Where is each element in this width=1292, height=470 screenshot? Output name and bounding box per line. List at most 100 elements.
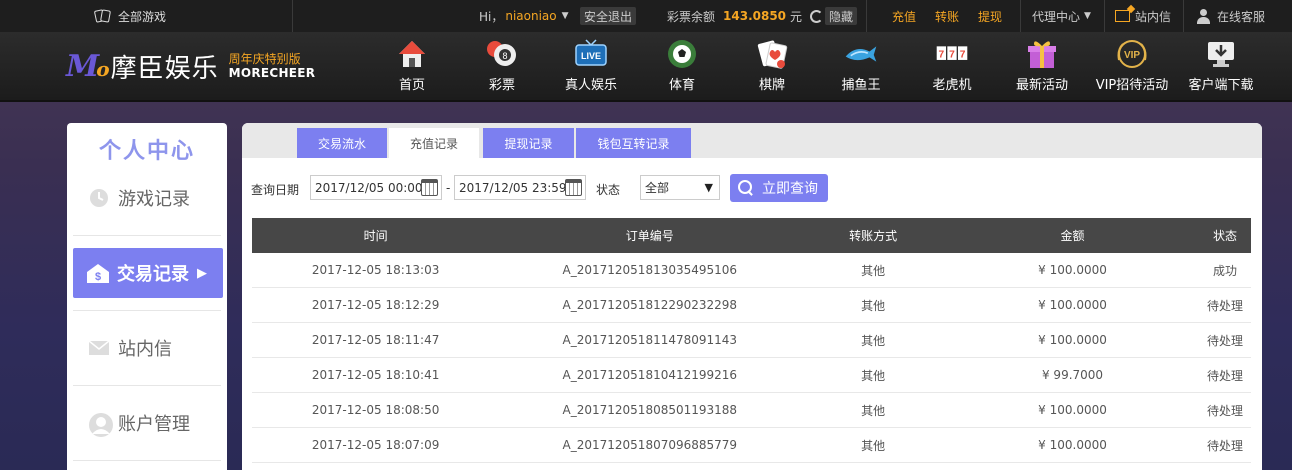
tab-bar: 交易流水 充值记录 提现记录 钱包互转记录 (242, 123, 1262, 158)
sidebar-item-label: 账户管理 (118, 414, 190, 435)
cell-method: 其他 (861, 263, 886, 278)
status-select[interactable]: 全部 ▼ (640, 175, 720, 200)
divider (73, 385, 221, 386)
cell-amount: ¥ 100.0000 (1038, 333, 1107, 347)
table-row: 2017-12-05 18:07:09 A_201712051807096885… (252, 428, 1251, 463)
tab-withdraw-records[interactable]: 提现记录 (483, 128, 574, 158)
divider (1104, 0, 1105, 32)
records-panel: 交易流水 充值记录 提现记录 钱包互转记录 查询日期 2017/12/05 00… (242, 123, 1262, 470)
logout-button[interactable]: 安全退出 (580, 7, 637, 25)
column-header-order-id: 订单编号 (625, 229, 674, 243)
sidebar-item-messages[interactable]: 站内信 (83, 323, 211, 373)
column-header-amount: 金额 (1060, 229, 1085, 243)
cell-status: 待处理 (1207, 438, 1244, 453)
transfer-link[interactable]: 转账 (935, 0, 959, 32)
cell-order-id: A_201712051812290232298 (562, 298, 738, 312)
status-select-value: 全部 (645, 181, 670, 195)
nav-item-sports[interactable]: 体育 (662, 38, 702, 96)
status-label: 状态 (596, 183, 621, 197)
logo-anniversary: 周年庆特别版 (228, 52, 301, 66)
logo-english: MORECHEER (228, 66, 316, 80)
top-bar: 全部游戏 Hi， niaoniao ▼ 安全退出 彩票余额 143.0850 元… (0, 0, 1292, 32)
cell-order-id: A_201712051807096885779 (562, 438, 738, 452)
fish-icon (844, 38, 878, 70)
logo[interactable]: Mo 摩臣娱乐 周年庆特别版 MORECHEER (66, 46, 315, 86)
svg-text:7: 7 (960, 49, 966, 60)
cell-time: 2017-12-05 18:08:50 (311, 403, 440, 417)
nav-label: 最新活动 (1015, 78, 1068, 93)
table-row: 2017-12-05 18:11:47 A_201712051811478091… (252, 323, 1251, 358)
refresh-icon[interactable] (810, 9, 824, 23)
query-button[interactable]: 立即查询 (730, 174, 828, 202)
table-row: 2017-12-05 18:12:29 A_201712051812290232… (252, 288, 1251, 323)
date-label: 查询日期 (251, 183, 300, 197)
nav-label: 首页 (398, 78, 425, 93)
nav-item-client-download[interactable]: 客户端下载 (1185, 38, 1257, 96)
cell-amount: ¥ 100.0000 (1038, 263, 1107, 277)
online-service-label: 在线客服 (1217, 9, 1266, 24)
nav-label: VIP招待活动 (1095, 78, 1169, 93)
tab-wallet-transfer-records[interactable]: 钱包互转记录 (576, 128, 691, 158)
end-date-input[interactable]: 2017/12/05 23:59 (454, 175, 586, 200)
withdraw-link[interactable]: 提现 (978, 0, 1002, 32)
search-icon (738, 180, 754, 196)
nav-label: 客户端下载 (1188, 78, 1254, 93)
cell-method: 其他 (861, 333, 886, 348)
all-games-link[interactable]: 全部游戏 (93, 0, 166, 32)
calendar-icon[interactable] (565, 179, 582, 196)
hide-balance-button[interactable]: 隐藏 (825, 7, 858, 25)
personal-center-sidebar: 个人中心 游戏记录 $ 交易记录 ▶ 站内信 账户管理 (67, 123, 227, 470)
vip-badge-icon: VIP (1115, 38, 1149, 70)
cell-amount: ¥ 100.0000 (1038, 403, 1107, 417)
sidebar-item-game-records[interactable]: 游戏记录 (83, 173, 211, 223)
end-date-value: 2017/12/05 23:59 (459, 180, 567, 195)
chevron-down-icon: ▼ (1084, 11, 1091, 21)
dollar-house-icon: $ (85, 262, 111, 284)
recharge-records-table: 时间 订单编号 转账方式 金额 状态 2017-12-05 18:13:03 A… (252, 218, 1251, 463)
online-service-link[interactable]: 在线客服 (1196, 0, 1265, 32)
username: niaoniao (505, 9, 557, 23)
sidebar-item-label: 交易记录 (117, 264, 189, 285)
cards-icon (93, 9, 112, 23)
column-header-status: 状态 (1213, 229, 1238, 243)
chevron-down-icon: ▼ (561, 11, 569, 21)
user-avatar-icon (88, 412, 113, 437)
nav-item-home[interactable]: 首页 (392, 38, 432, 96)
sidebar-item-transaction-records[interactable]: $ 交易记录 ▶ (73, 248, 223, 298)
user-greeting[interactable]: Hi， niaoniao ▼ (479, 0, 569, 32)
main-nav: Mo 摩臣娱乐 周年庆特别版 MORECHEER 首页 8 彩票 LIVE 真人… (0, 32, 1292, 102)
tab-transaction-flow[interactable]: 交易流水 (297, 128, 387, 158)
balance-display: 彩票余额 143.0850 元 (667, 0, 824, 32)
nav-item-lottery[interactable]: 8 彩票 (482, 38, 522, 96)
start-date-value: 2017/12/05 00:00 (315, 180, 423, 195)
logo-name: 摩臣娱乐 (110, 53, 219, 84)
cell-time: 2017-12-05 18:07:09 (311, 438, 440, 452)
lottery-balls-icon: 8 (485, 38, 519, 70)
nav-item-slots[interactable]: 777 老虎机 (930, 38, 974, 96)
cell-time: 2017-12-05 18:12:29 (311, 298, 440, 312)
divider (73, 310, 221, 311)
clock-icon (88, 187, 110, 209)
nav-item-fishing[interactable]: 捕鱼王 (837, 38, 885, 96)
messages-link[interactable]: 站内信 (1115, 0, 1171, 32)
envelope-icon (1115, 10, 1130, 22)
divider (1020, 0, 1021, 32)
table-row: 2017-12-05 18:08:50 A_201712051808501193… (252, 393, 1251, 428)
nav-item-live-casino[interactable]: LIVE 真人娱乐 (561, 38, 621, 96)
recharge-link[interactable]: 充值 (892, 0, 916, 32)
agent-center-menu[interactable]: 代理中心 ▼ (1032, 0, 1091, 32)
table-header: 时间 订单编号 转账方式 金额 状态 (252, 218, 1251, 253)
nav-item-promotions[interactable]: 最新活动 (1013, 38, 1071, 96)
cell-status: 待处理 (1207, 368, 1244, 383)
calendar-icon[interactable] (421, 179, 438, 196)
nav-label: 体育 (668, 78, 695, 93)
start-date-input[interactable]: 2017/12/05 00:00 (310, 175, 442, 200)
table-row: 2017-12-05 18:13:03 A_201712051813035495… (252, 253, 1251, 288)
divider (1183, 0, 1184, 32)
sidebar-item-account-management[interactable]: 账户管理 (83, 398, 211, 448)
nav-item-chess-cards[interactable]: 棋牌 (752, 38, 792, 96)
tab-recharge-records[interactable]: 充值记录 (389, 128, 479, 158)
date-separator: - (446, 181, 451, 195)
nav-item-vip[interactable]: VIP VIP招待活动 (1092, 38, 1172, 96)
sidebar-title: 个人中心 (98, 139, 195, 164)
